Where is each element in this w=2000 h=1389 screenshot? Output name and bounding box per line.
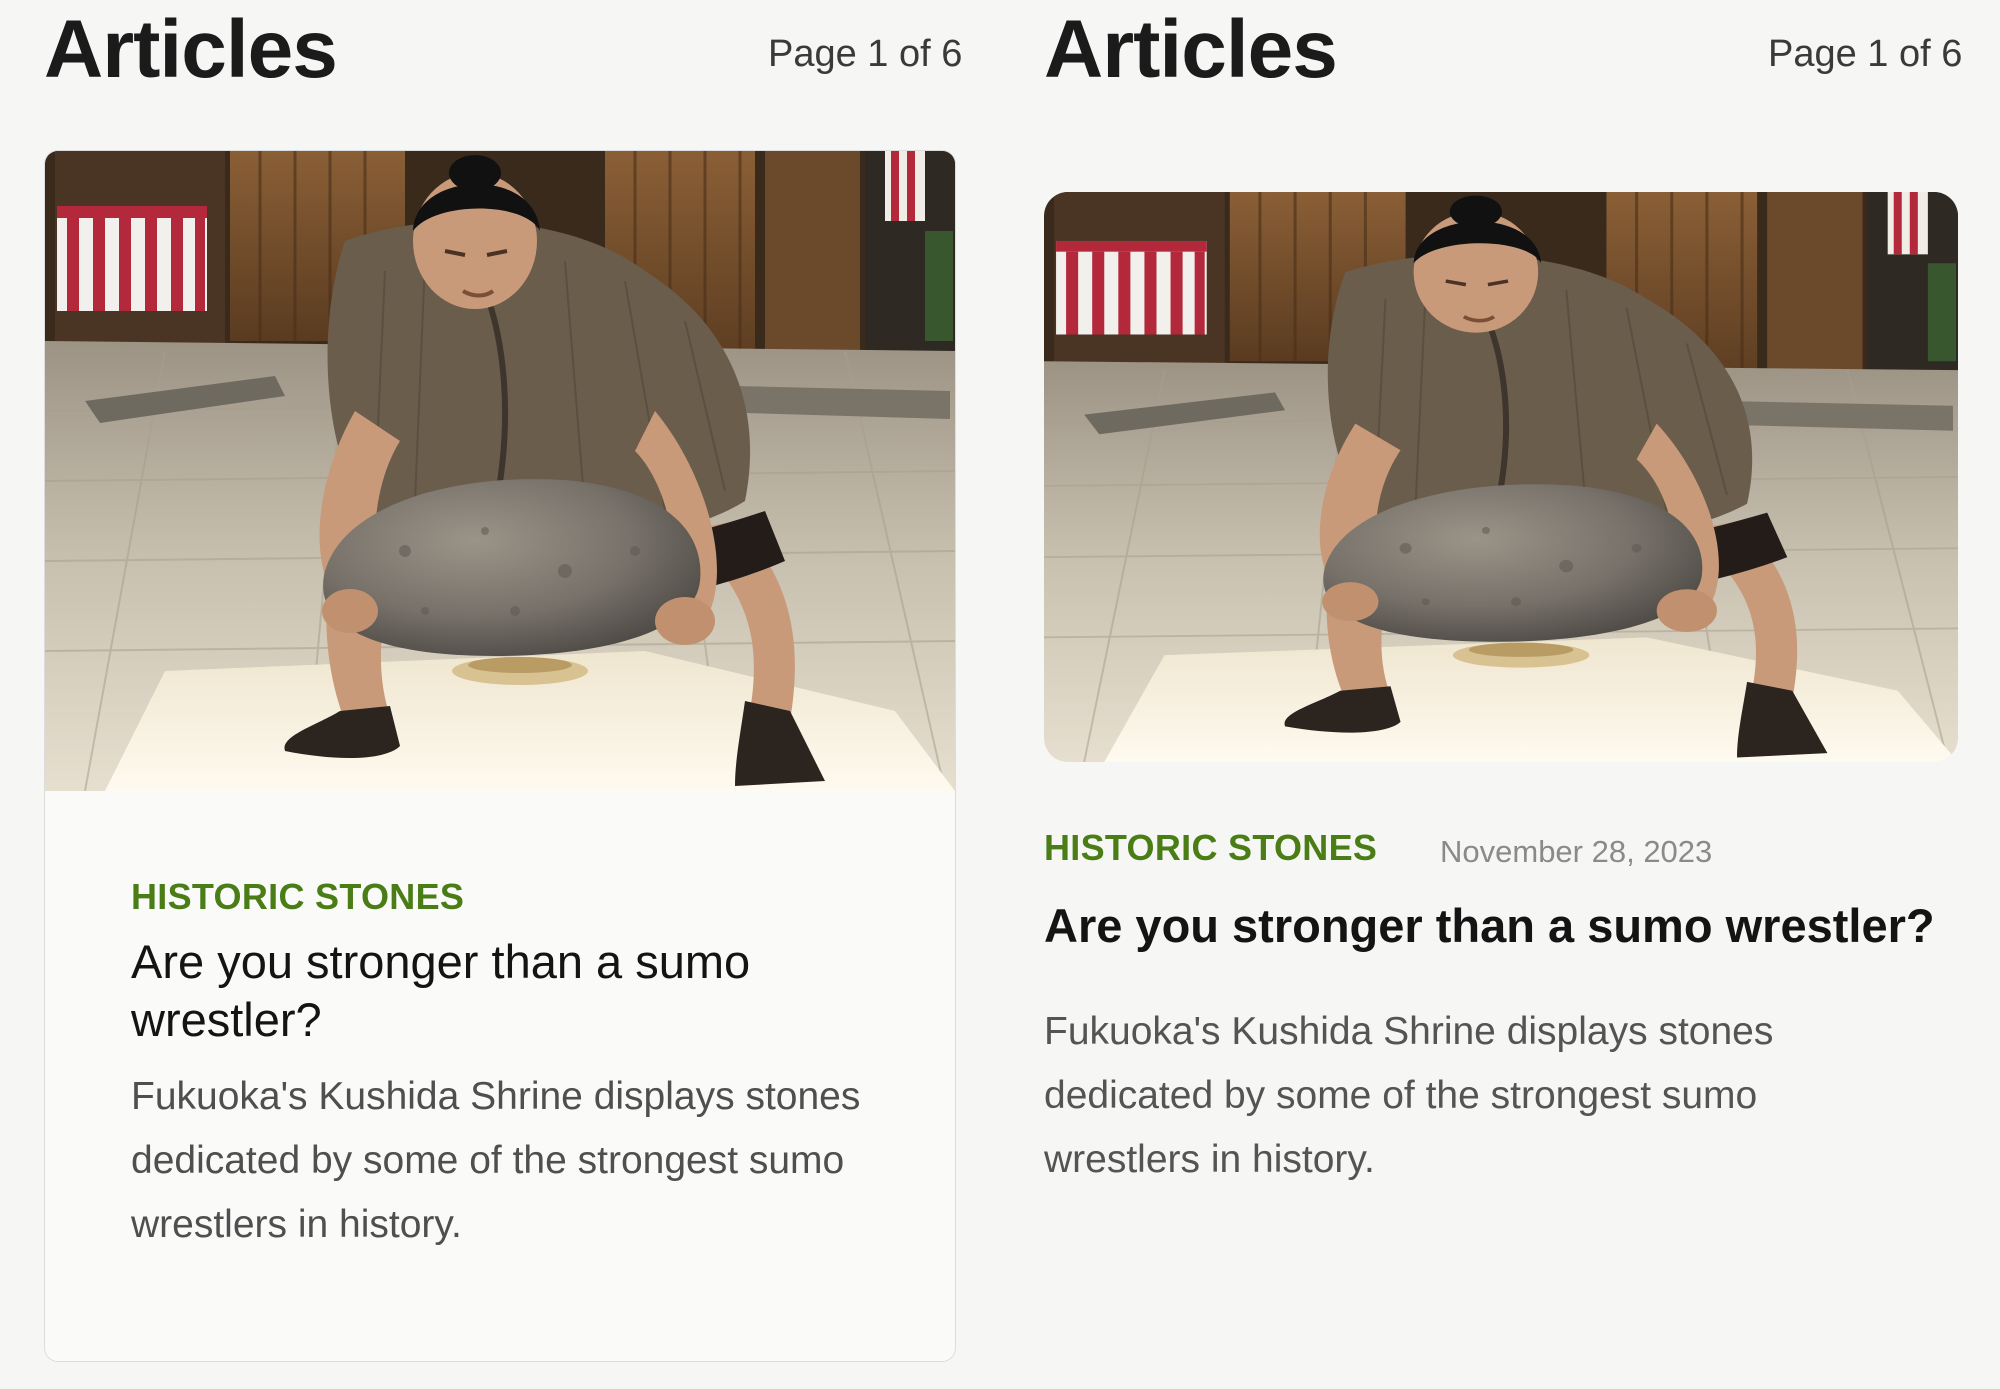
article-category-link[interactable]: HISTORIC STONES — [1044, 826, 1377, 870]
article-card[interactable]: HISTORIC STONES Are you stronger than a … — [44, 150, 956, 1362]
page-indicator: Page 1 of 6 — [768, 33, 963, 75]
article-image[interactable] — [45, 151, 955, 791]
page-title: Articles — [1044, 4, 1338, 95]
article-date: November 28, 2023 — [1440, 834, 1713, 869]
right-pane: Articles Page 1 of 6 HISTORIC STONES Nov… — [1000, 0, 2000, 1389]
article-summary: Fukuoka's Kushida Shrine displays stones… — [1044, 1010, 1774, 1181]
page-title: Articles — [44, 4, 338, 95]
article-headline[interactable]: Are you stronger than a sumo wrestler? — [1044, 898, 1964, 954]
left-pane: Articles Page 1 of 6 HISTORIC STONES Are… — [0, 0, 1000, 1389]
article-summary: Fukuoka's Kushida Shrine displays stones… — [131, 1075, 861, 1246]
article-headline[interactable]: Are you stronger than a sumo wrestler? — [131, 933, 871, 1049]
page-indicator: Page 1 of 6 — [1768, 33, 1963, 75]
article-image[interactable] — [1044, 192, 1958, 762]
article-card-body: HISTORIC STONES Are you stronger than a … — [131, 875, 871, 1257]
article-meta: HISTORIC STONES November 28, 2023 — [1044, 826, 1960, 876]
article-category-link[interactable]: HISTORIC STONES — [131, 875, 464, 919]
